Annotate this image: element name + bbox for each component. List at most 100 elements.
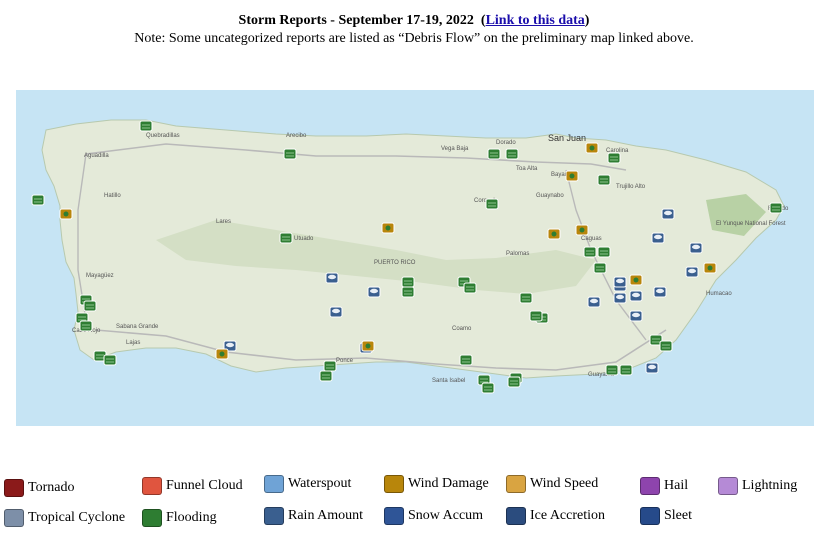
legend-label: Tropical Cyclone [28, 510, 126, 525]
legend-label: Wind Speed [530, 476, 599, 491]
legend-label: Lightning [742, 478, 798, 493]
data-link[interactable]: Link to this data [486, 13, 585, 28]
title-text: Storm Reports - September 17-19, 2022 [238, 13, 474, 28]
island-land [41, 119, 785, 379]
wind-damage-marker[interactable] [629, 274, 643, 286]
legend-item-rain-amount: Rain Amount [264, 507, 363, 525]
legend-item-tornado: Tornado [4, 479, 74, 497]
flooding-marker[interactable] [83, 300, 97, 312]
flooding-marker[interactable] [607, 152, 621, 164]
flooding-marker[interactable] [139, 120, 153, 132]
flooding-marker[interactable] [659, 340, 673, 352]
rain-amount-marker[interactable] [587, 296, 601, 308]
flooding-marker[interactable] [605, 364, 619, 376]
flooding-marker[interactable] [463, 282, 477, 294]
rain-amount-marker[interactable] [661, 208, 675, 220]
legend-item-tropical-cyclone: Tropical Cyclone [4, 509, 125, 527]
rain-amount-marker[interactable] [613, 292, 627, 304]
legend-label: Snow Accum [408, 508, 484, 523]
flooding-marker[interactable] [593, 262, 607, 274]
flooding-marker[interactable] [323, 360, 337, 372]
flooding-marker[interactable] [401, 286, 415, 298]
legend-item-wind-speed: Wind Speed [506, 475, 598, 493]
legend-item-funnel-cloud: Funnel Cloud [142, 477, 243, 495]
map-label: Mayagüez [86, 273, 114, 279]
map-label: Lajas [126, 340, 140, 346]
rain-amount-icon [264, 507, 284, 525]
storm-report-map[interactable]: San Juan Carolina Bayamón Trujillo Alto Guay… [16, 90, 814, 426]
flooding-marker[interactable] [459, 354, 473, 366]
flooding-marker[interactable] [481, 382, 495, 394]
map-label: Ponce [336, 358, 354, 364]
rain-amount-marker[interactable] [629, 310, 643, 322]
flooding-marker[interactable] [519, 292, 533, 304]
map-label: Hatillo [104, 193, 121, 199]
rain-amount-marker[interactable] [651, 232, 665, 244]
flooding-marker[interactable] [505, 148, 519, 160]
legend-item-snow-accum: Snow Accum [384, 507, 483, 525]
wind-damage-marker[interactable] [575, 224, 589, 236]
map-label: Guaynabo [536, 193, 564, 199]
flooding-marker[interactable] [597, 174, 611, 186]
flooding-icon [142, 509, 162, 527]
funnel-cloud-icon [142, 477, 162, 495]
flooding-marker[interactable] [319, 370, 333, 382]
map-label: El Yunque National Forest [716, 221, 786, 227]
map-label: Dorado [496, 140, 516, 146]
legend-label: Tornado [28, 480, 75, 495]
legend-label: Funnel Cloud [166, 478, 243, 493]
legend-item-wind-damage: Wind Damage [384, 475, 489, 493]
map-label: Santa Isabel [432, 378, 465, 384]
rain-amount-marker[interactable] [689, 242, 703, 254]
lightning-icon [718, 477, 738, 495]
map-label: Aguadilla [84, 153, 109, 159]
wind-damage-marker[interactable] [215, 348, 229, 360]
rain-amount-marker[interactable] [645, 362, 659, 374]
wind-damage-marker[interactable] [381, 222, 395, 234]
flooding-marker[interactable] [529, 310, 543, 322]
flooding-marker[interactable] [401, 276, 415, 288]
tropical-cyclone-icon [4, 509, 24, 527]
wind-damage-marker[interactable] [547, 228, 561, 240]
map-label: Trujillo Alto [616, 184, 646, 190]
map-label: Arecibo [286, 133, 307, 139]
flooding-marker[interactable] [103, 354, 117, 366]
legend-item-waterspout: Waterspout [264, 475, 351, 493]
legend-label: Waterspout [288, 476, 352, 491]
map-label: Sabana Grande [116, 324, 159, 330]
flooding-marker[interactable] [79, 320, 93, 332]
wind-damage-marker[interactable] [361, 340, 375, 352]
legend-item-sleet: Sleet [640, 507, 692, 525]
rain-amount-marker[interactable] [613, 276, 627, 288]
flooding-marker[interactable] [507, 376, 521, 388]
wind-damage-marker[interactable] [703, 262, 717, 274]
flooding-marker[interactable] [583, 246, 597, 258]
flooding-marker[interactable] [597, 246, 611, 258]
wind-damage-icon [384, 475, 404, 493]
wind-damage-marker[interactable] [565, 170, 579, 182]
wind-damage-marker[interactable] [59, 208, 73, 220]
rain-amount-marker[interactable] [685, 266, 699, 278]
rain-amount-marker[interactable] [329, 306, 343, 318]
wind-damage-marker[interactable] [585, 142, 599, 154]
legend-item-hail: Hail [640, 477, 688, 495]
flooding-marker[interactable] [485, 198, 499, 210]
flooding-marker[interactable] [619, 364, 633, 376]
flooding-marker[interactable] [31, 194, 45, 206]
map-label: Toa Alta [516, 166, 538, 172]
tornado-icon [4, 479, 24, 497]
rain-amount-marker[interactable] [629, 290, 643, 302]
map-label: Palomas [506, 251, 529, 257]
rain-amount-marker[interactable] [653, 286, 667, 298]
snow-accum-icon [384, 507, 404, 525]
rain-amount-marker[interactable] [325, 272, 339, 284]
wind-speed-icon [506, 475, 526, 493]
rain-amount-marker[interactable] [367, 286, 381, 298]
flooding-marker[interactable] [283, 148, 297, 160]
sleet-icon [640, 507, 660, 525]
flooding-marker[interactable] [487, 148, 501, 160]
flooding-marker[interactable] [769, 202, 783, 214]
page-header: Storm Reports - September 17-19, 2022 (L… [0, 12, 828, 48]
map-label: San Juan [548, 133, 586, 143]
flooding-marker[interactable] [279, 232, 293, 244]
